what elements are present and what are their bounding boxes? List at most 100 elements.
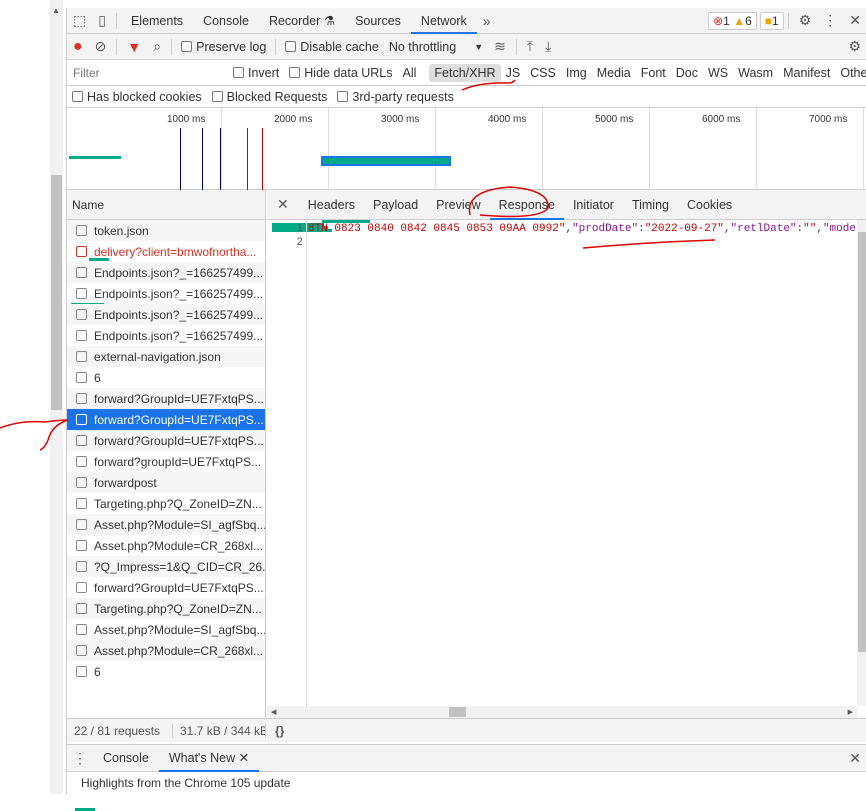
- hide-data-urls-checkbox[interactable]: Hide data URLs: [289, 66, 393, 80]
- checkbox[interactable]: [233, 67, 244, 78]
- request-row[interactable]: forward?groupId=UE7FxtqPS...: [67, 451, 265, 472]
- request-row[interactable]: Endpoints.json?_=166257499...: [67, 262, 265, 283]
- blocked-cookies-checkbox[interactable]: Has blocked cookies: [72, 90, 202, 104]
- drawer-menu-icon[interactable]: ⋮: [67, 750, 93, 767]
- checkbox[interactable]: [76, 477, 87, 488]
- close-icon[interactable]: ✕: [843, 12, 866, 29]
- disable-cache-checkbox[interactable]: Disable cache: [285, 40, 379, 54]
- request-row[interactable]: Endpoints.json?_=166257499...: [67, 283, 265, 304]
- checkbox[interactable]: [76, 330, 87, 341]
- checkbox[interactable]: [76, 645, 87, 656]
- request-row[interactable]: token.json: [67, 220, 265, 241]
- network-settings-gear-icon[interactable]: ⚙: [842, 38, 866, 55]
- tab-payload[interactable]: Payload: [364, 190, 427, 220]
- search-icon[interactable]: ⌕: [147, 38, 167, 55]
- request-row[interactable]: forwardpost: [67, 472, 265, 493]
- request-row[interactable]: external-navigation.json: [67, 346, 265, 367]
- drawer-tab-console[interactable]: Console: [93, 745, 159, 771]
- drawer-tab-whats-new[interactable]: What's New ✕: [158, 744, 260, 772]
- tab-network[interactable]: Network: [410, 8, 477, 34]
- network-conditions-icon[interactable]: ≋: [488, 38, 512, 55]
- checkbox[interactable]: [76, 519, 87, 530]
- device-toolbar-icon[interactable]: ▯: [92, 12, 112, 29]
- filter-type-font[interactable]: Font: [636, 66, 671, 80]
- checkbox[interactable]: [289, 67, 301, 78]
- name-column-header[interactable]: Name: [67, 190, 265, 220]
- tab-initiator[interactable]: Initiator: [564, 190, 623, 220]
- blocked-requests-checkbox[interactable]: Blocked Requests: [211, 90, 327, 104]
- request-row[interactable]: delivery?client=bmwofnortha...: [67, 241, 265, 262]
- checkbox[interactable]: [76, 582, 87, 593]
- checkbox[interactable]: [285, 41, 297, 52]
- filter-type-doc[interactable]: Doc: [671, 66, 703, 80]
- checkbox[interactable]: [76, 666, 87, 677]
- close-tab-icon[interactable]: ✕: [239, 751, 249, 765]
- checkbox[interactable]: [76, 288, 87, 299]
- checkbox[interactable]: [76, 540, 87, 551]
- scrollbar-thumb[interactable]: [51, 175, 62, 410]
- request-row[interactable]: ?Q_Impress=1&Q_CID=CR_26...: [67, 556, 265, 577]
- request-row[interactable]: Targeting.php?Q_ZoneID=ZN...: [67, 493, 265, 514]
- request-row[interactable]: Asset.php?Module=CR_268xl...: [67, 535, 265, 556]
- filter-type-manifest[interactable]: Manifest: [778, 66, 835, 80]
- filter-input[interactable]: [71, 62, 228, 83]
- request-row[interactable]: forward?GroupId=UE7FxtqPS...: [67, 577, 265, 598]
- response-horizontal-scrollbar[interactable]: ◀ ▶: [267, 706, 857, 718]
- filter-type-wasm[interactable]: Wasm: [733, 66, 778, 80]
- filter-type-js[interactable]: JS: [501, 66, 526, 80]
- throttling-select[interactable]: No throttling ▼: [389, 40, 483, 54]
- scrollbar-thumb[interactable]: [449, 707, 466, 717]
- issues-badge[interactable]: ⊗1 ▲6: [708, 11, 757, 30]
- tab-timing[interactable]: Timing: [623, 190, 678, 220]
- scroll-left-icon[interactable]: ◀: [271, 708, 276, 716]
- inspect-element-icon[interactable]: ⬚: [67, 12, 92, 29]
- checkbox[interactable]: [76, 225, 87, 236]
- request-row[interactable]: Asset.php?Module=SI_agfSbq...: [67, 619, 265, 640]
- scroll-right-icon[interactable]: ▶: [848, 708, 853, 716]
- close-drawer-icon[interactable]: ✕: [843, 750, 866, 767]
- page-scrollbar[interactable]: ▲: [50, 0, 63, 794]
- more-tabs-icon[interactable]: »: [477, 13, 497, 29]
- tab-cookies[interactable]: Cookies: [678, 190, 741, 220]
- checkbox[interactable]: [76, 246, 87, 257]
- checkbox[interactable]: [76, 435, 87, 446]
- response-body[interactable]: 12 8TN 0823 0840 0842 0845 0853 09AA 099…: [267, 220, 857, 706]
- pretty-print-button[interactable]: {}: [266, 724, 293, 738]
- request-row[interactable]: 6: [67, 661, 265, 682]
- response-vertical-scrollbar[interactable]: [857, 220, 866, 706]
- checkbox[interactable]: [76, 498, 87, 509]
- checkbox[interactable]: [337, 91, 349, 102]
- tab-console[interactable]: Console: [193, 8, 259, 34]
- request-row[interactable]: Asset.php?Module=SI_agfSbq...: [67, 514, 265, 535]
- record-icon[interactable]: ●: [67, 38, 89, 56]
- request-row[interactable]: 6: [67, 367, 265, 388]
- request-row[interactable]: Endpoints.json?_=166257499...: [67, 325, 265, 346]
- request-row[interactable]: forward?GroupId=UE7FxtqPS...: [67, 409, 265, 430]
- filter-type-css[interactable]: CSS: [525, 66, 561, 80]
- checkbox[interactable]: [76, 603, 87, 614]
- checkbox[interactable]: [76, 351, 87, 362]
- filter-icon[interactable]: ▼: [121, 39, 147, 55]
- network-overview-timeline[interactable]: 1000 ms 2000 ms 3000 ms 4000 ms 5000 ms 6000 …: [67, 108, 866, 811]
- filter-type-media[interactable]: Media: [592, 66, 636, 80]
- checkbox[interactable]: [76, 561, 87, 572]
- request-row[interactable]: Asset.php?Module=CR_268xl...: [67, 640, 265, 661]
- tab-headers[interactable]: Headers: [299, 190, 364, 220]
- import-har-icon[interactable]: ⤒: [521, 38, 539, 55]
- filter-type-img[interactable]: Img: [561, 66, 592, 80]
- third-party-checkbox[interactable]: 3rd-party requests: [337, 90, 454, 104]
- checkbox[interactable]: [76, 393, 87, 404]
- tab-preview[interactable]: Preview: [427, 190, 489, 220]
- request-row[interactable]: forward?GroupId=UE7FxtqPS...: [67, 388, 265, 409]
- filter-type-fetch-xhr[interactable]: Fetch/XHR: [429, 63, 501, 82]
- checkbox[interactable]: [76, 372, 87, 383]
- export-har-icon[interactable]: ⤓: [539, 38, 557, 55]
- preserve-log-checkbox[interactable]: Preserve log: [181, 40, 266, 54]
- checkbox[interactable]: [211, 91, 223, 102]
- kebab-menu-icon[interactable]: ⋮: [817, 12, 843, 29]
- filter-type-all[interactable]: All: [398, 66, 422, 80]
- checkbox[interactable]: [76, 624, 87, 635]
- scroll-up-icon[interactable]: ▲: [52, 6, 60, 15]
- request-row[interactable]: forward?GroupId=UE7FxtqPS...: [67, 430, 265, 451]
- invert-checkbox[interactable]: Invert: [233, 66, 279, 80]
